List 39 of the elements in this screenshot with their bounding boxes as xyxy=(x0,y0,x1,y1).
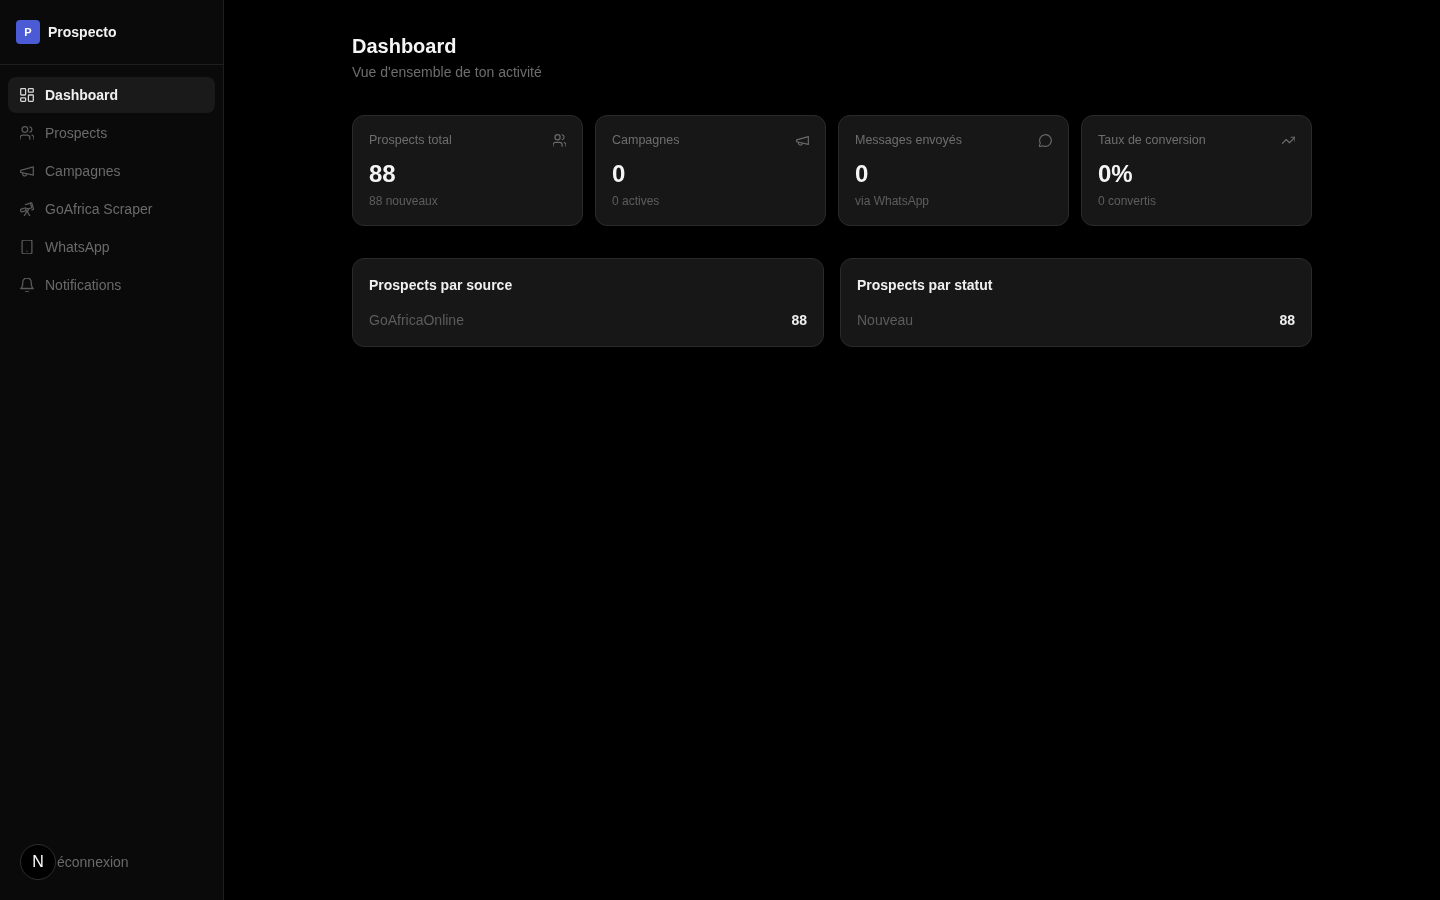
row-label: GoAfricaOnline xyxy=(369,311,464,330)
stat-note: 0 actives xyxy=(612,193,661,209)
logout-button[interactable]: éconnexion xyxy=(56,854,129,870)
nav-item[interactable]: WhatsApp xyxy=(8,229,215,265)
stat-value: 0 xyxy=(855,159,870,189)
app-name: Prospecto xyxy=(48,24,117,40)
row-label: Nouveau xyxy=(857,311,914,330)
stat-label: Messages envoyés xyxy=(855,133,962,147)
telescope-icon xyxy=(20,202,34,216)
row-count: 88 xyxy=(1279,311,1295,330)
stat-label: Taux de conversion xyxy=(1098,133,1206,147)
grid-icon xyxy=(20,88,34,102)
stat-label: Campagnes xyxy=(612,133,680,147)
bell-icon xyxy=(20,278,34,292)
row-count: 88 xyxy=(791,311,807,330)
stat-note: via WhatsApp xyxy=(855,193,931,209)
nav-item[interactable]: Prospects xyxy=(8,115,215,151)
card-title: Prospects par statut xyxy=(857,276,994,295)
nav-item[interactable]: Campagnes xyxy=(8,153,215,189)
smartphone-icon xyxy=(20,240,34,254)
users-icon xyxy=(553,133,566,147)
dev-badge[interactable]: N xyxy=(20,844,56,880)
stat-note: 88 nouveaux xyxy=(369,193,439,209)
card-title: Prospects par source xyxy=(369,276,514,295)
stat-label: Prospects total xyxy=(369,133,452,147)
page-subtitle: Vue d'ensemble de ton activité xyxy=(352,63,543,82)
nav-item[interactable]: Notifications xyxy=(8,267,215,303)
stat-note: 0 convertis xyxy=(1098,193,1158,209)
chat-bubble-icon xyxy=(1039,133,1052,147)
users-icon xyxy=(20,126,34,140)
megaphone-icon xyxy=(20,164,34,178)
nav-item[interactable]: Dashboard xyxy=(8,77,215,113)
stat-value: 0 xyxy=(612,159,627,189)
megaphone-icon xyxy=(796,133,809,147)
stat-value: 88 xyxy=(369,159,397,189)
stat-value: 0% xyxy=(1098,159,1134,189)
nav-item[interactable]: GoAfrica Scraper xyxy=(8,191,215,227)
page-title: Dashboard xyxy=(352,34,458,59)
logo-icon: P xyxy=(16,20,40,44)
